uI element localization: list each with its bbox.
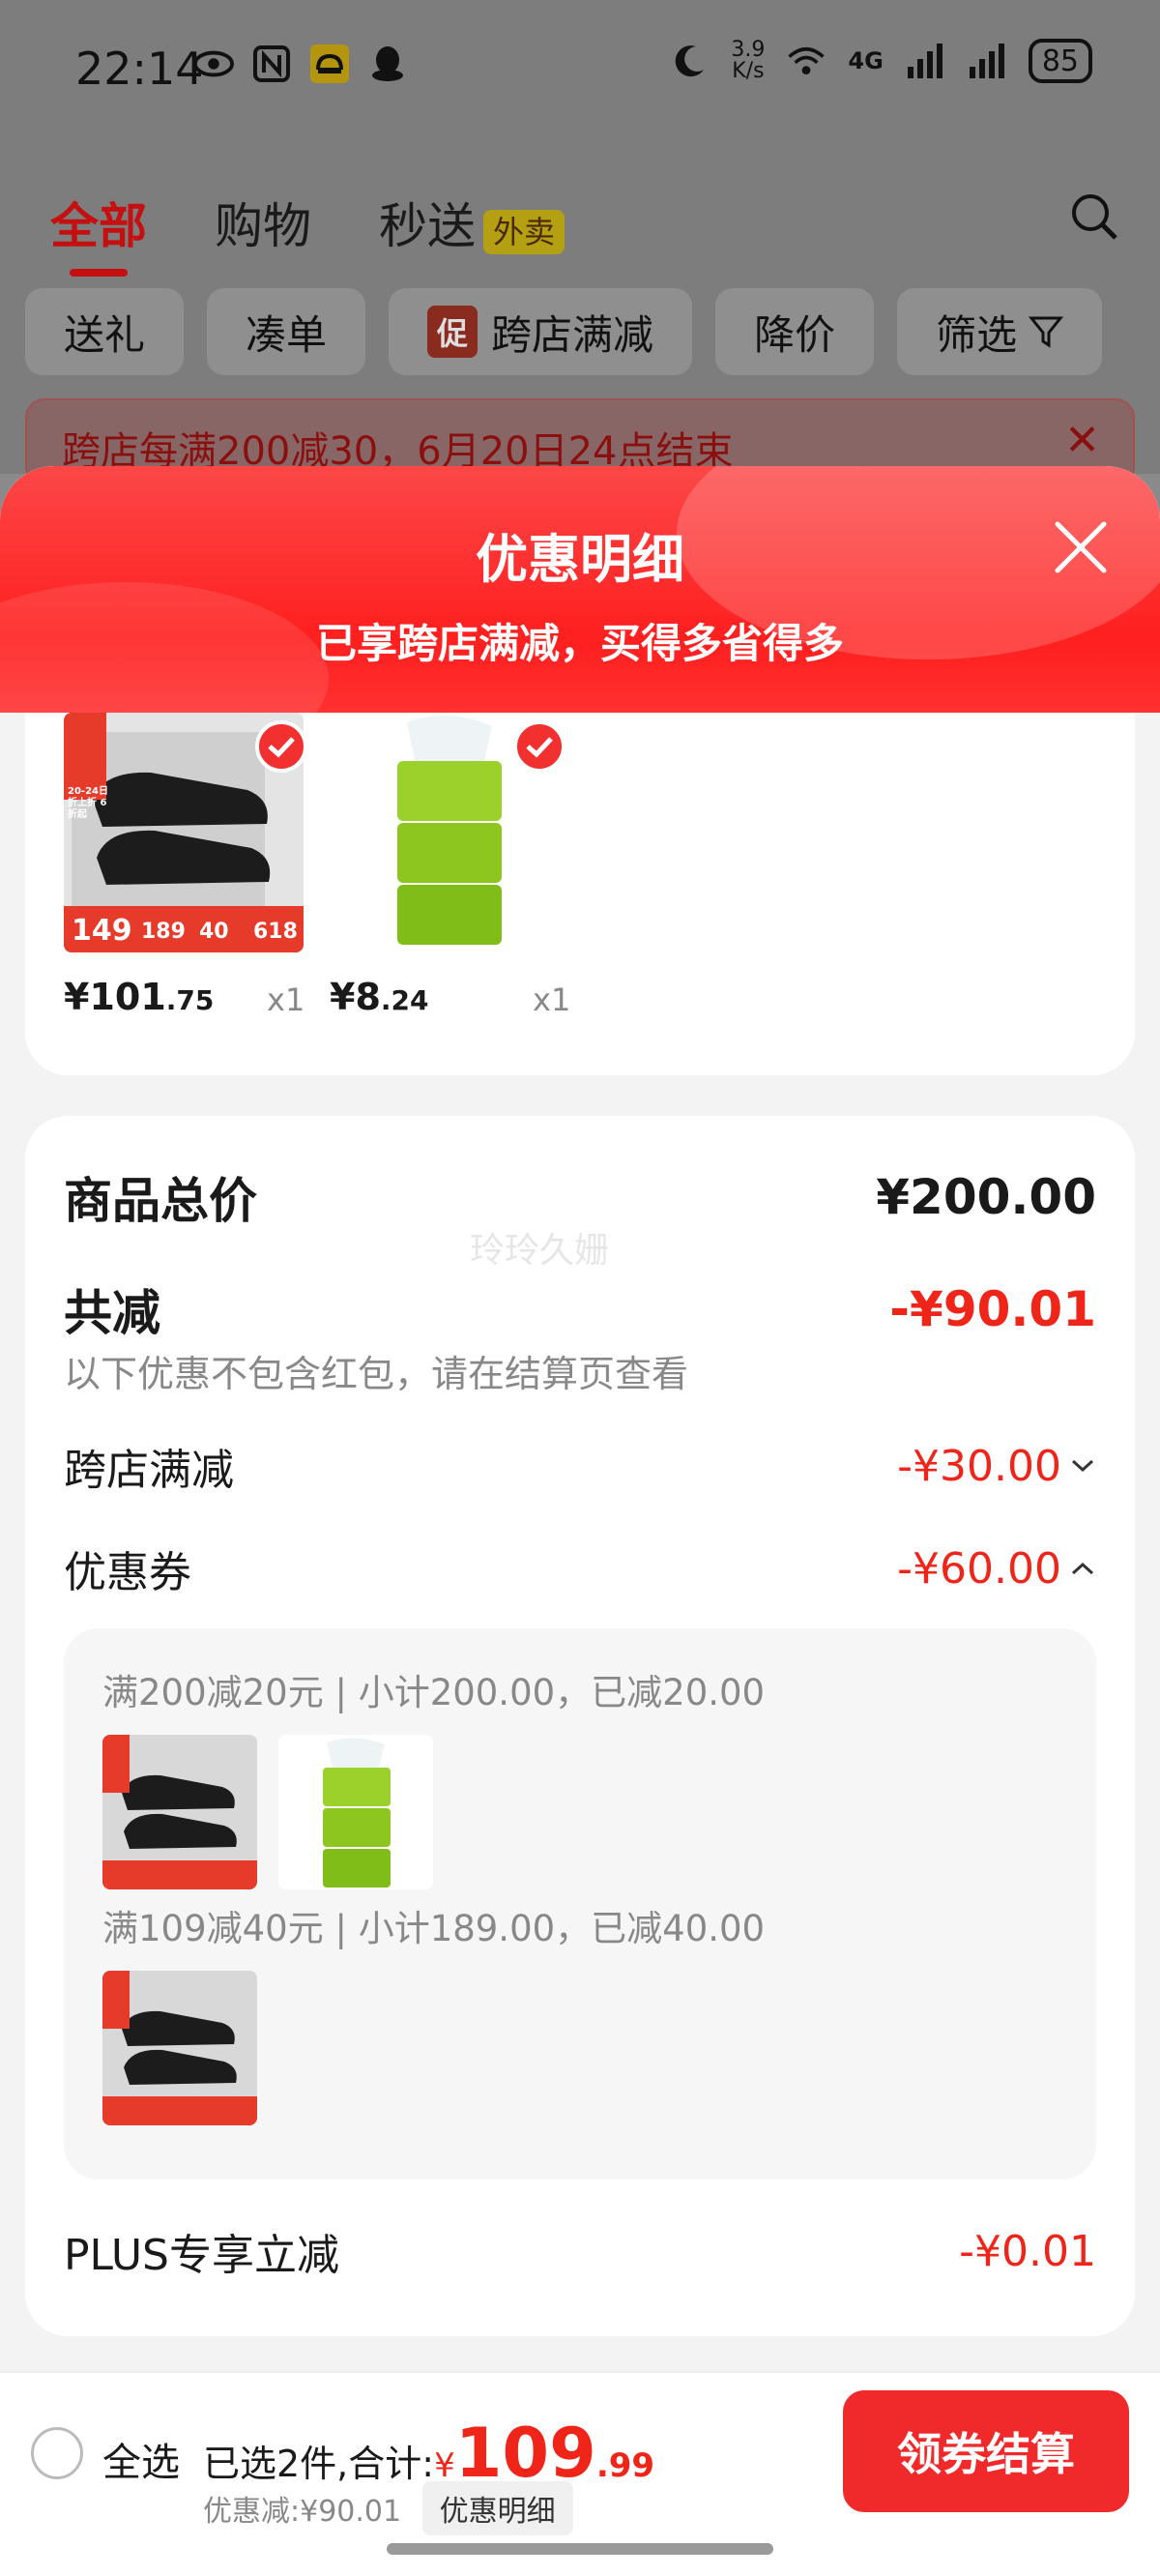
filter-cross-store[interactable]: 促跨店满减: [389, 288, 693, 375]
search-icon[interactable]: [1069, 191, 1119, 242]
banner-value: 618: [253, 920, 298, 944]
select-all-label[interactable]: 全选: [102, 2431, 180, 2487]
cross-store-value: -¥30.00: [897, 1441, 1061, 1491]
filter-bundle[interactable]: 凑单: [207, 288, 366, 375]
filter-chips: 送礼 凑单 促跨店满减 降价 筛选: [25, 288, 1103, 375]
home-indicator[interactable]: [387, 2543, 773, 2555]
banner-value: 189: [141, 920, 186, 944]
tab-all[interactable]: 全部: [50, 188, 147, 277]
discount-note: 以下优惠不包含红包，请在结算页查看: [64, 1353, 689, 1395]
product-price: ¥8.24: [330, 976, 429, 1018]
product-item[interactable]: ¥8.24 x1: [330, 713, 570, 1018]
sheet-title: 优惠明细: [476, 529, 684, 590]
coupon-detail-box: 满200减20元 | 小计200.00，已减20.00 满109减40元 | 小…: [64, 1628, 1096, 2180]
qq-icon: [367, 44, 408, 83]
shoe-mini-thumbnail: [102, 1735, 257, 1889]
tab-instant[interactable]: 秒送 外卖: [379, 188, 566, 257]
selected-check-icon[interactable]: [255, 720, 307, 773]
checkout-button[interactable]: 领券结算: [843, 2390, 1129, 2512]
chevron-up-icon[interactable]: [1069, 1559, 1096, 1578]
product-quantity: x1: [533, 981, 571, 1018]
status-left-icons: [193, 44, 408, 83]
product-item[interactable]: 20-24日 折上折 6折起 149 189 40 618 ¥101.75 x1: [64, 713, 307, 1018]
tissue-mini-thumbnail: [278, 1735, 433, 1889]
net-speed: 3.9 K/s: [731, 40, 765, 82]
selected-check-icon[interactable]: [513, 720, 566, 773]
net-speed-unit: K/s: [732, 59, 765, 83]
banner-price: 149: [72, 914, 132, 948]
promo-tag: 促: [427, 306, 478, 358]
watermark: 玲玲久姗: [470, 1231, 610, 1271]
network-type: 4G: [848, 47, 884, 74]
filter-gift[interactable]: 送礼: [25, 288, 185, 375]
tab-instant-label: 秒送: [379, 198, 476, 254]
cross-store-amount: -¥30.00: [897, 1442, 1096, 1491]
price-decimal: .24: [380, 984, 429, 1016]
status-right-icons: 3.9 K/s 4G 85: [669, 39, 1092, 83]
product-quantity: x1: [267, 981, 305, 1018]
funnel-icon: [1029, 316, 1064, 348]
close-icon[interactable]: [1050, 516, 1112, 578]
promo-close-icon[interactable]: ✕: [1064, 416, 1100, 465]
background-page: 全部 购物 秒送 外卖 送礼 凑单 促跨店满减 降价 筛选 跨店每满200减30，…: [0, 145, 1160, 485]
takeaway-badge: 外卖: [483, 210, 566, 254]
select-all-radio[interactable]: [31, 2427, 83, 2479]
saved-amount: 优惠减:¥90.01: [203, 2495, 402, 2529]
filter-screen-label: 筛选: [936, 310, 1018, 359]
discount-detail-sheet: 优惠明细 已享跨店满减，买得多省得多 20-24日 折上折 6折起 149 18…: [0, 466, 1160, 2576]
banner-value: 40: [199, 920, 229, 944]
cross-store-label: 跨店满减: [64, 1446, 234, 1495]
sheet-subtitle: 已享跨店满减，买得多省得多: [315, 620, 844, 667]
coupon-row[interactable]: 优惠券 -¥60.00: [64, 1537, 1096, 1599]
nfc-icon: [251, 44, 292, 83]
discount-label: 共减: [64, 1285, 160, 1341]
plus-discount-label: PLUS专享立减: [64, 2231, 339, 2280]
shoe-mini-thumbnail: [102, 1971, 257, 2125]
total-price-label: 商品总价: [64, 1173, 257, 1229]
product-price: ¥101.75: [64, 976, 214, 1018]
currency-symbol: ¥: [434, 2446, 455, 2485]
price-main: ¥8: [330, 976, 381, 1018]
promo-tag: 20-24日: [68, 786, 108, 797]
wifi-icon: [786, 42, 826, 80]
saved-summary: 优惠减:¥90.01 优惠明细: [203, 2481, 573, 2535]
top-tabs: 全部 购物 秒送 外卖: [50, 188, 566, 277]
total-decimal: .99: [595, 2446, 655, 2485]
discount-row: 共减 -¥90.01: [64, 1274, 1096, 1344]
coupon-line: 满109减40元 | 小计189.00，已减40.00: [102, 1908, 766, 1949]
status-bar: 22:14 3.9 K/s 4G 85: [0, 0, 1160, 145]
total-price-value: ¥200.00: [876, 1169, 1096, 1225]
price-main: ¥101: [64, 976, 166, 1018]
eye-icon: [193, 44, 234, 83]
discount-value: -¥90.01: [889, 1281, 1096, 1337]
sheet-header: 优惠明细 已享跨店满减，买得多省得多: [0, 466, 1160, 713]
filter-cross-store-label: 跨店满减: [491, 310, 654, 359]
discount-detail-button[interactable]: 优惠明细: [421, 2481, 573, 2535]
promo-line: 折上折 6折起: [68, 798, 107, 820]
battery-indicator: 85: [1028, 39, 1092, 83]
coupon-value: -¥60.00: [897, 1543, 1061, 1594]
coupon-label: 优惠券: [64, 1548, 191, 1597]
price-summary-card: 商品总价 ¥200.00 玲玲久姗 共减 -¥90.01 以下优惠不包含红包，请…: [25, 1116, 1135, 2336]
plus-discount-row: PLUS专享立减 -¥0.01: [64, 2220, 1096, 2282]
status-time: 22:14: [75, 43, 204, 95]
chevron-down-icon[interactable]: [1069, 1456, 1096, 1476]
signal-icon-2: [967, 42, 1007, 80]
plus-discount-value: -¥0.01: [959, 2226, 1096, 2276]
moon-icon: [669, 42, 710, 80]
selected-count-text: 已选2件,合计:: [203, 2443, 435, 2485]
car-app-icon: [309, 44, 350, 83]
price-decimal: .75: [165, 984, 215, 1016]
coupon-amount: -¥60.00: [897, 1544, 1096, 1594]
signal-icon-1: [905, 42, 945, 80]
tab-shopping[interactable]: 购物: [215, 188, 311, 257]
selected-products-card: 20-24日 折上折 6折起 149 189 40 618 ¥101.75 x1: [25, 713, 1135, 1075]
filter-price-drop[interactable]: 降价: [715, 288, 875, 375]
filter-screen[interactable]: 筛选: [897, 288, 1103, 375]
cross-store-row[interactable]: 跨店满减 -¥30.00: [64, 1435, 1096, 1497]
coupon-line: 满200减20元 | 小计200.00，已减20.00: [102, 1672, 766, 1713]
